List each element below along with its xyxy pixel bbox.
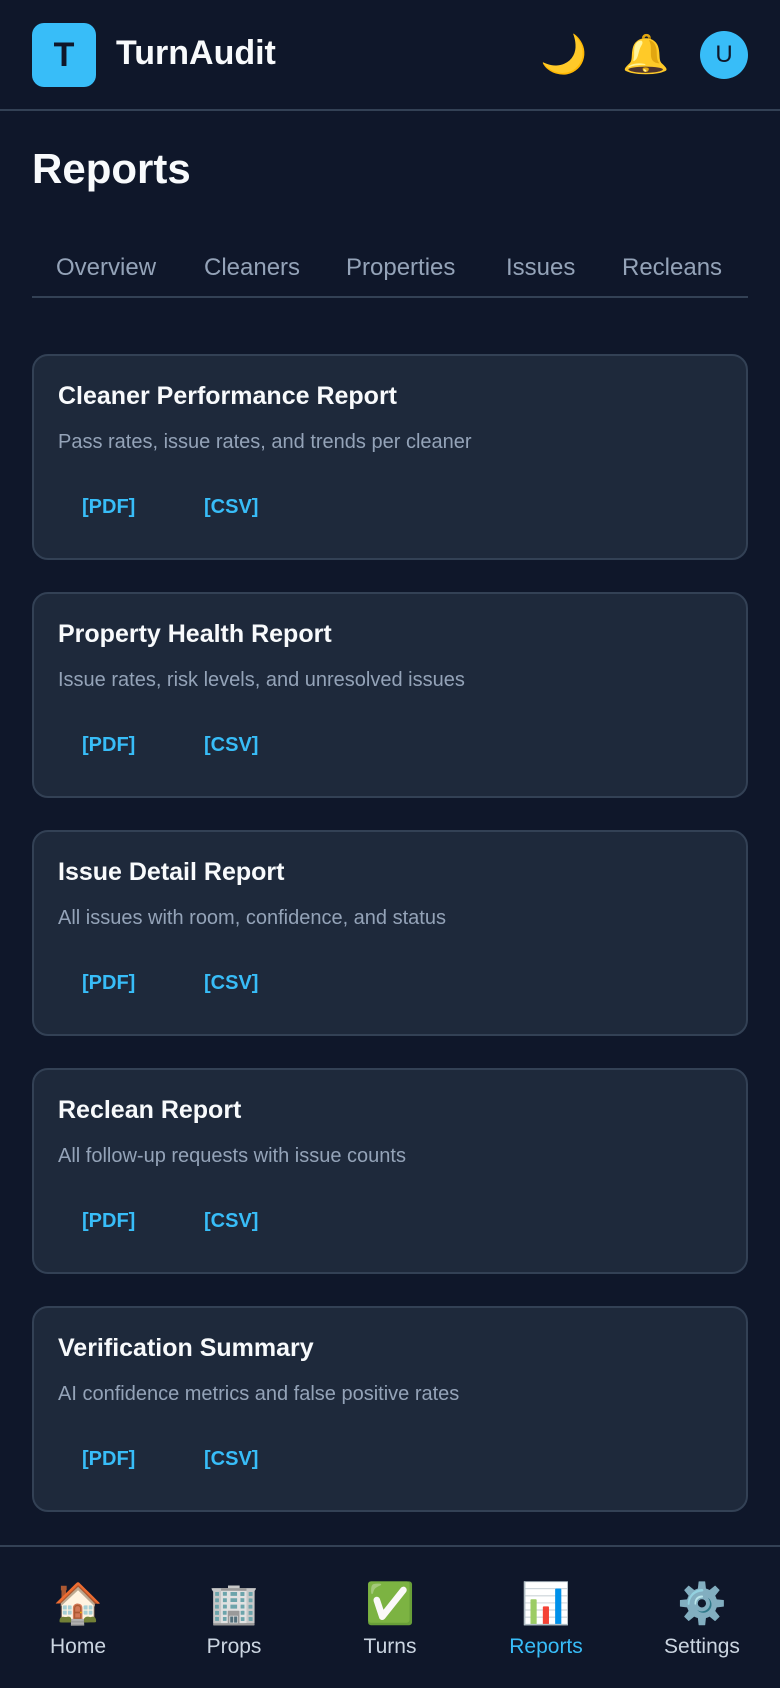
app-header: T TurnAudit 🌙 🔔 U xyxy=(0,0,780,111)
tab-overview[interactable]: Overview xyxy=(56,254,156,282)
nav-label: Turns xyxy=(363,1635,417,1658)
csv-download-button[interactable]: [CSV] xyxy=(204,496,258,519)
report-description: All issues with room, confidence, and st… xyxy=(58,907,446,929)
bar-chart-icon: 📊 xyxy=(521,1582,571,1626)
report-card-verification-summary: Verification Summary AI confidence metri… xyxy=(32,1306,748,1512)
app-logo: T xyxy=(32,23,96,87)
bottom-nav: 🏠 Home 🏢 Props ✅ Turns 📊 Reports ⚙️ Sett… xyxy=(0,1545,780,1688)
report-title: Reclean Report xyxy=(58,1096,242,1124)
pdf-download-button[interactable]: [PDF] xyxy=(82,496,135,519)
tab-recleans[interactable]: Recleans xyxy=(622,254,722,282)
report-title: Property Health Report xyxy=(58,620,332,648)
report-title: Issue Detail Report xyxy=(58,858,285,886)
report-description: Issue rates, risk levels, and unresolved… xyxy=(58,669,465,691)
report-card-issue-detail: Issue Detail Report All issues with room… xyxy=(32,830,748,1036)
tab-issues[interactable]: Issues xyxy=(506,254,575,282)
app-name: TurnAudit xyxy=(116,34,276,72)
tab-properties[interactable]: Properties xyxy=(346,254,455,282)
csv-download-button[interactable]: [CSV] xyxy=(204,734,258,757)
report-title: Verification Summary xyxy=(58,1334,314,1362)
report-tabs: Overview Cleaners Properties Issues Recl… xyxy=(32,250,748,298)
report-card-cleaner-performance: Cleaner Performance Report Pass rates, i… xyxy=(32,354,748,560)
building-icon: 🏢 xyxy=(209,1582,259,1626)
nav-item-settings[interactable]: ⚙️ Settings xyxy=(632,1579,772,1659)
avatar[interactable]: U xyxy=(700,31,748,79)
page-title: Reports xyxy=(32,145,191,192)
bell-icon[interactable]: 🔔 xyxy=(622,32,669,78)
nav-label: Reports xyxy=(509,1635,583,1658)
csv-download-button[interactable]: [CSV] xyxy=(204,1210,258,1233)
report-description: AI confidence metrics and false positive… xyxy=(58,1383,460,1405)
nav-item-home[interactable]: 🏠 Home xyxy=(8,1579,148,1659)
nav-label: Settings xyxy=(664,1635,740,1658)
pdf-download-button[interactable]: [PDF] xyxy=(82,1448,135,1471)
csv-download-button[interactable]: [CSV] xyxy=(204,972,258,995)
gear-icon: ⚙️ xyxy=(677,1582,727,1626)
nav-item-turns[interactable]: ✅ Turns xyxy=(320,1579,460,1659)
report-description: Pass rates, issue rates, and trends per … xyxy=(58,431,472,453)
nav-item-props[interactable]: 🏢 Props xyxy=(164,1579,304,1659)
checkbox-icon: ✅ xyxy=(365,1582,415,1626)
tab-cleaners[interactable]: Cleaners xyxy=(204,254,300,282)
moon-icon[interactable]: 🌙 xyxy=(540,32,587,78)
pdf-download-button[interactable]: [PDF] xyxy=(82,972,135,995)
csv-download-button[interactable]: [CSV] xyxy=(204,1448,258,1471)
report-card-reclean: Reclean Report All follow-up requests wi… xyxy=(32,1068,748,1274)
nav-item-reports[interactable]: 📊 Reports xyxy=(476,1579,616,1659)
pdf-download-button[interactable]: [PDF] xyxy=(82,1210,135,1233)
report-title: Cleaner Performance Report xyxy=(58,382,398,410)
house-icon: 🏠 xyxy=(53,1582,103,1626)
nav-label: Home xyxy=(49,1635,107,1658)
nav-label: Props xyxy=(206,1635,262,1658)
pdf-download-button[interactable]: [PDF] xyxy=(82,734,135,757)
report-card-property-health: Property Health Report Issue rates, risk… xyxy=(32,592,748,798)
report-description: All follow-up requests with issue counts xyxy=(58,1145,406,1167)
